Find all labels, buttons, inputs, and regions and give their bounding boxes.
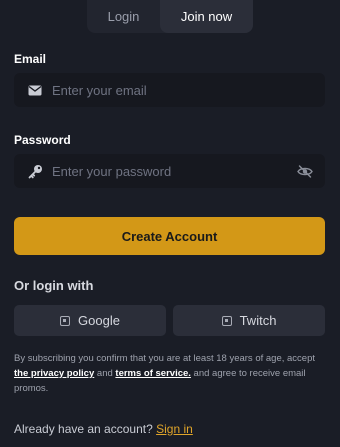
sign-in-link[interactable]: Sign in	[156, 422, 193, 436]
terms-part2: and	[94, 368, 116, 379]
tab-join-now[interactable]: Join now	[160, 0, 253, 33]
create-account-button[interactable]: Create Account	[14, 217, 325, 255]
twitch-icon	[221, 315, 232, 326]
or-login-with-heading: Or login with	[14, 278, 94, 293]
terms-part1: By subscribing you confirm that you are …	[14, 353, 315, 364]
email-label: Email	[14, 52, 47, 66]
terms-of-service-link[interactable]: terms of service.	[115, 368, 191, 379]
signin-prompt: Already have an account?	[14, 422, 157, 436]
signin-line: Already have an account? Sign in	[14, 422, 193, 436]
tab-login[interactable]: Login	[87, 0, 160, 33]
auth-tabs: Login Join now	[87, 0, 253, 33]
password-input[interactable]	[52, 154, 297, 188]
email-input[interactable]	[52, 73, 325, 107]
twitch-login-button[interactable]: Twitch	[173, 305, 325, 336]
key-icon	[27, 163, 43, 179]
password-label: Password	[14, 133, 71, 147]
privacy-policy-link[interactable]: the privacy policy	[14, 368, 94, 379]
password-field-wrapper	[14, 154, 325, 188]
eye-slash-icon[interactable]	[297, 164, 313, 178]
google-login-button[interactable]: Google	[14, 305, 166, 336]
terms-text: By subscribing you confirm that you are …	[14, 351, 326, 396]
twitch-label: Twitch	[239, 313, 277, 328]
mail-icon	[27, 82, 43, 98]
google-label: Google	[78, 313, 120, 328]
email-field-wrapper	[14, 73, 325, 107]
google-icon	[60, 315, 71, 326]
